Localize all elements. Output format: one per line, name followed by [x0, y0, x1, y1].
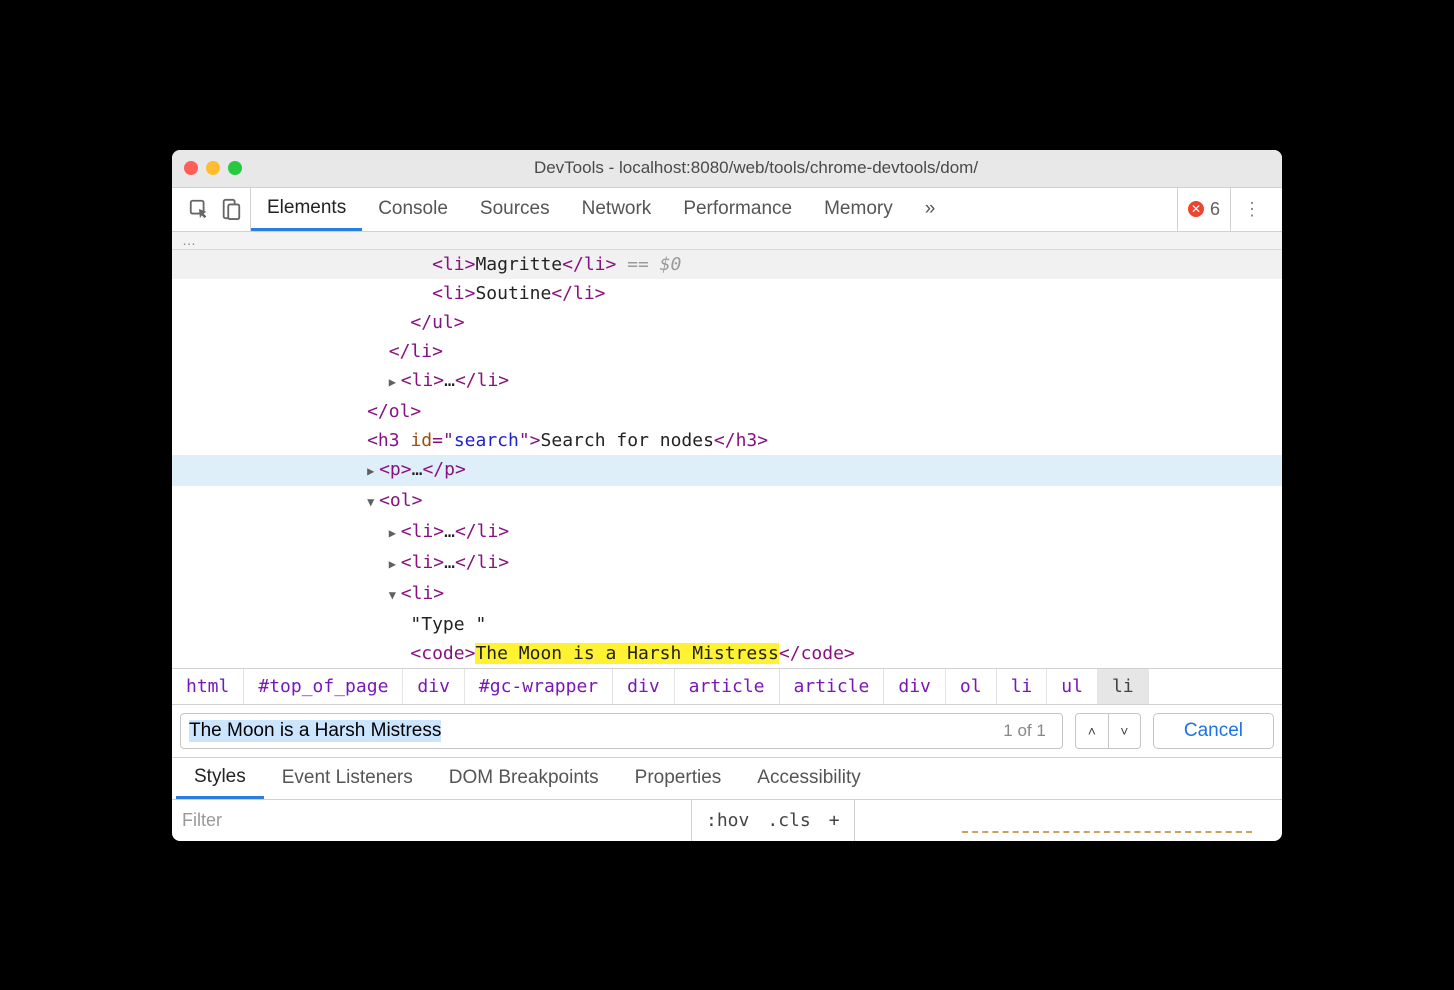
- main-toolbar: Elements Console Sources Network Perform…: [172, 188, 1282, 232]
- styles-filter[interactable]: Filter: [172, 800, 692, 841]
- dom-row[interactable]: ▶<p>…</p>: [172, 455, 1282, 486]
- styles-tabs: Styles Event Listeners DOM Breakpoints P…: [172, 757, 1282, 799]
- box-model-preview: [855, 800, 1282, 841]
- breadcrumb-item[interactable]: div: [884, 669, 946, 704]
- search-next-icon[interactable]: ˅: [1108, 714, 1140, 748]
- chevron-down-icon[interactable]: ▼: [367, 488, 379, 517]
- tab-console[interactable]: Console: [362, 188, 464, 231]
- tab-event-listeners[interactable]: Event Listeners: [264, 758, 431, 799]
- chevron-right-icon[interactable]: ▶: [367, 457, 379, 486]
- error-icon: ✕: [1188, 201, 1204, 217]
- search-prev-icon[interactable]: ˄: [1076, 714, 1108, 748]
- tab-properties[interactable]: Properties: [617, 758, 740, 799]
- window-title: DevTools - localhost:8080/web/tools/chro…: [242, 158, 1270, 178]
- titlebar: DevTools - localhost:8080/web/tools/chro…: [172, 150, 1282, 188]
- chevron-down-icon[interactable]: ▼: [389, 581, 401, 610]
- dom-row[interactable]: </li>: [172, 337, 1282, 366]
- tab-memory[interactable]: Memory: [808, 188, 909, 231]
- breadcrumb-item[interactable]: #gc-wrapper: [465, 669, 613, 704]
- search-match-count: 1 of 1: [995, 721, 1054, 741]
- dom-row[interactable]: ▼<li>: [172, 579, 1282, 610]
- dom-row[interactable]: <li>Magritte</li> == $0: [172, 250, 1282, 279]
- tab-styles[interactable]: Styles: [176, 758, 264, 799]
- main-tabs: Elements Console Sources Network Perform…: [251, 188, 951, 231]
- chevron-right-icon[interactable]: ▶: [389, 519, 401, 548]
- search-input-field[interactable]: [441, 719, 995, 743]
- zoom-icon[interactable]: [228, 161, 242, 175]
- dom-row[interactable]: </ol>: [172, 397, 1282, 426]
- hov-toggle[interactable]: :hov: [706, 810, 749, 831]
- dom-row[interactable]: <code>The Moon is a Harsh Mistress</code…: [172, 639, 1282, 668]
- chevron-right-icon[interactable]: ▶: [389, 368, 401, 397]
- tabs-overflow[interactable]: »: [909, 188, 952, 231]
- chevron-right-icon[interactable]: ▶: [389, 550, 401, 579]
- tab-sources[interactable]: Sources: [464, 188, 566, 231]
- breadcrumb-item[interactable]: html: [172, 669, 244, 704]
- error-badge[interactable]: ✕ 6: [1177, 188, 1231, 231]
- search-input-wrapper: The Moon is a Harsh Mistress 1 of 1: [180, 713, 1063, 749]
- tab-dom-breakpoints[interactable]: DOM Breakpoints: [431, 758, 617, 799]
- tab-performance[interactable]: Performance: [667, 188, 808, 231]
- tab-accessibility[interactable]: Accessibility: [739, 758, 878, 799]
- close-icon[interactable]: [184, 161, 198, 175]
- overflow-strip: …: [172, 232, 1282, 250]
- breadcrumb-item[interactable]: ul: [1047, 669, 1098, 704]
- dom-row[interactable]: ▶<li>…</li>: [172, 517, 1282, 548]
- breadcrumb-item[interactable]: article: [675, 669, 780, 704]
- search-match-highlight: The Moon is a Harsh Mistress: [475, 643, 778, 664]
- dom-row[interactable]: <h3 id="search">Search for nodes</h3>: [172, 426, 1282, 455]
- breadcrumb-item[interactable]: ol: [946, 669, 997, 704]
- error-count: 6: [1210, 199, 1220, 220]
- cancel-button[interactable]: Cancel: [1153, 713, 1274, 749]
- styles-toolbar: Filter :hov .cls +: [172, 799, 1282, 841]
- dashed-border-icon: [962, 831, 1252, 837]
- devtools-window: DevTools - localhost:8080/web/tools/chro…: [172, 150, 1282, 841]
- minimize-icon[interactable]: [206, 161, 220, 175]
- traffic-lights: [184, 161, 242, 175]
- search-nav: ˄ ˅: [1075, 713, 1141, 749]
- dom-row[interactable]: <li>Soutine</li>: [172, 279, 1282, 308]
- breadcrumb-item[interactable]: #top_of_page: [244, 669, 403, 704]
- settings-menu-icon[interactable]: ⋮: [1231, 199, 1274, 220]
- dom-row[interactable]: ▶<li>…</li>: [172, 548, 1282, 579]
- dom-row[interactable]: ▼<ol>: [172, 486, 1282, 517]
- breadcrumb-item[interactable]: li: [997, 669, 1048, 704]
- breadcrumb-item[interactable]: article: [780, 669, 885, 704]
- breadcrumb: html #top_of_page div #gc-wrapper div ar…: [172, 668, 1282, 704]
- breadcrumb-item[interactable]: div: [403, 669, 465, 704]
- search-input[interactable]: The Moon is a Harsh Mistress: [189, 720, 441, 742]
- tab-network[interactable]: Network: [566, 188, 668, 231]
- breadcrumb-item[interactable]: li: [1098, 669, 1149, 704]
- dom-tree[interactable]: <li>Magritte</li> == $0 <li>Soutine</li>…: [172, 250, 1282, 668]
- device-toggle-icon[interactable]: [220, 198, 242, 220]
- tab-elements[interactable]: Elements: [251, 188, 362, 231]
- breadcrumb-item[interactable]: div: [613, 669, 675, 704]
- dom-row[interactable]: </ul>: [172, 308, 1282, 337]
- cls-toggle[interactable]: .cls: [767, 810, 810, 831]
- inspect-icon[interactable]: [188, 198, 210, 220]
- search-bar: The Moon is a Harsh Mistress 1 of 1 ˄ ˅ …: [172, 704, 1282, 757]
- dom-row[interactable]: "Type ": [172, 610, 1282, 639]
- dom-row[interactable]: ▶<li>…</li>: [172, 366, 1282, 397]
- new-rule-icon[interactable]: +: [829, 810, 840, 831]
